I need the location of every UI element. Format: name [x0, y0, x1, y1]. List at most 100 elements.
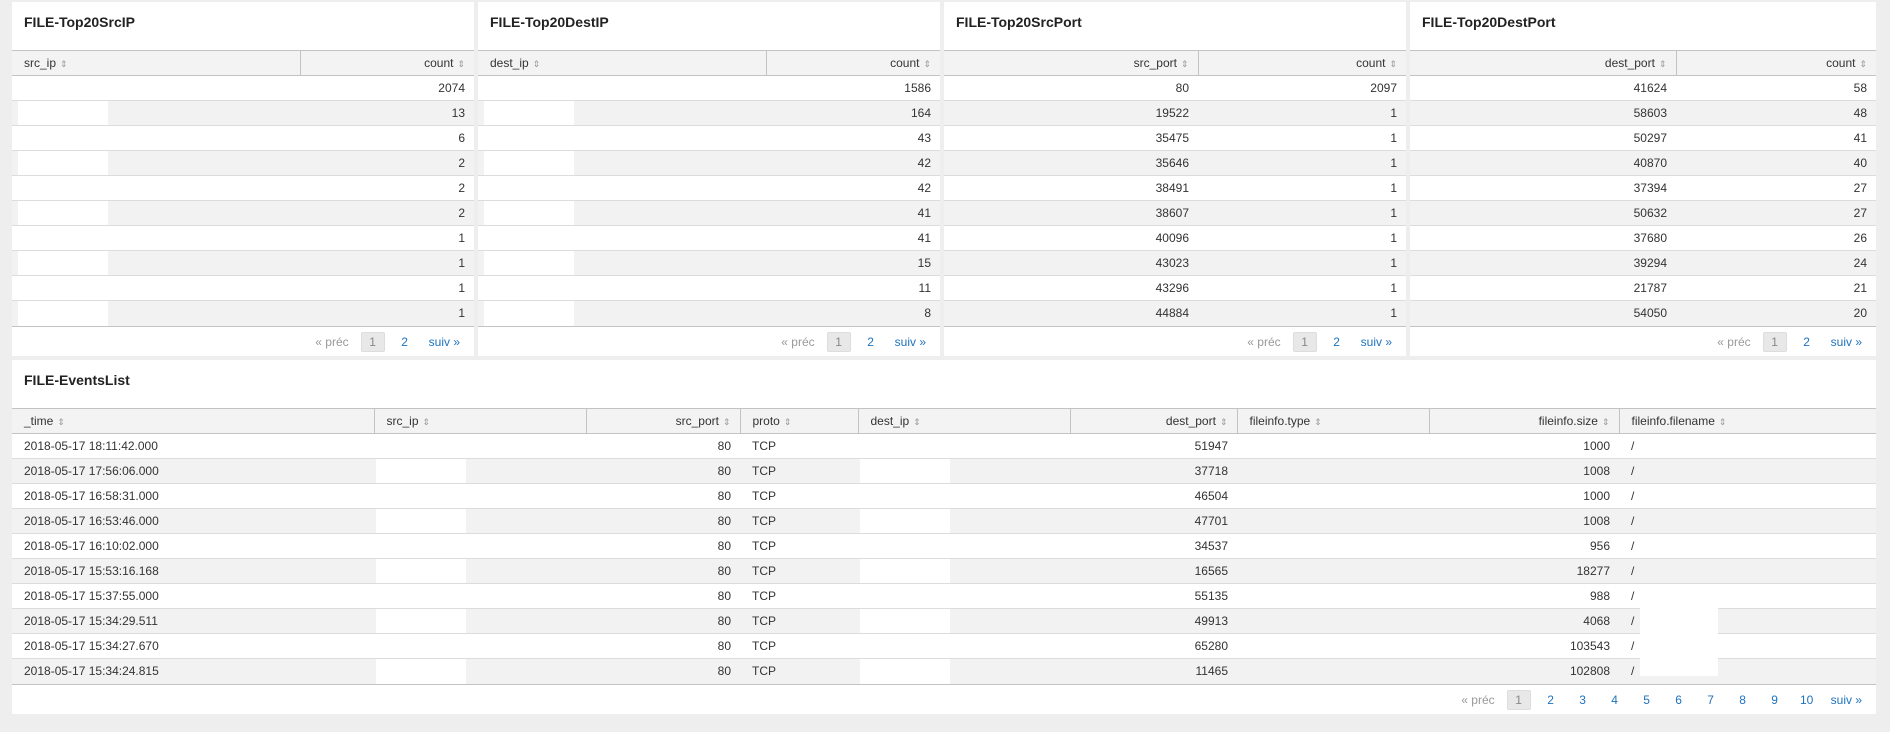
page-link-1[interactable]: 1 [360, 332, 385, 352]
column-header-dest-ip[interactable]: dest_ip ⇕ [478, 50, 766, 76]
table-row[interactable]: 2018-05-17 18:11:42.000 80 TCP 51947 1000/ [12, 433, 1876, 459]
table-row[interactable]: 2018-05-17 16:58:31.000 80 TCP 46504 1000/ [12, 483, 1876, 509]
table-row[interactable]: 2018-05-17 15:53:16.168 80 TCP 16565 18277/ [12, 558, 1876, 584]
column-header-count[interactable]: count ⇕ [1675, 50, 1876, 76]
table-row[interactable]: 43023 1 [944, 250, 1406, 276]
table-row[interactable]: 42 [478, 150, 940, 176]
page-link-10[interactable]: 10 [1795, 691, 1819, 709]
sort-icon[interactable]: ⇕ [723, 417, 731, 427]
page-link-2[interactable]: 2 [859, 333, 883, 351]
column-header-count[interactable]: count ⇕ [1197, 50, 1406, 76]
column-header-dest-ip[interactable]: dest_ip ⇕ [857, 408, 1070, 434]
column-header-fileinfo-filename[interactable]: fileinfo.filename ⇕ [1618, 408, 1876, 434]
sort-icon[interactable]: ⇕ [1220, 417, 1228, 427]
table-row[interactable]: 40870 40 [1410, 150, 1876, 176]
page-link-1[interactable]: 1 [826, 332, 851, 352]
table-row[interactable]: 54050 20 [1410, 300, 1876, 326]
table-row[interactable]: 2018-05-17 17:56:06.000 80 TCP 37718 1008/ [12, 458, 1876, 484]
table-row[interactable]: 37394 27 [1410, 175, 1876, 201]
table-row[interactable]: 6 [12, 125, 474, 151]
table-row[interactable]: 2018-05-17 15:37:55.000 80 TCP 55135 988/ [12, 583, 1876, 609]
table-row[interactable]: 2 [12, 150, 474, 176]
table-row[interactable]: 50297 41 [1410, 125, 1876, 151]
table-row[interactable]: 37680 26 [1410, 225, 1876, 251]
page-link-4[interactable]: 4 [1603, 691, 1627, 709]
column-header-dest-port[interactable]: dest_port ⇕ [1069, 408, 1237, 434]
next-page-link[interactable]: suiv » [1831, 335, 1862, 349]
sort-icon[interactable]: ⇕ [1659, 59, 1667, 69]
table-row[interactable]: 11 [478, 275, 940, 301]
table-row[interactable]: 40096 1 [944, 225, 1406, 251]
table-row[interactable]: 35646 1 [944, 150, 1406, 176]
column-header-src-port[interactable]: src_port ⇕ [585, 408, 740, 434]
table-row[interactable]: 2018-05-17 16:53:46.000 80 TCP 47701 1008/ [12, 508, 1876, 534]
column-header-src-ip[interactable]: src_ip ⇕ [12, 50, 300, 76]
column-header-src-ip[interactable]: src_ip ⇕ [373, 408, 586, 434]
table-row[interactable]: 43296 1 [944, 275, 1406, 301]
table-row[interactable]: 1 [12, 300, 474, 326]
page-link-1[interactable]: 1 [1762, 332, 1787, 352]
next-page-link[interactable]: suiv » [429, 335, 460, 349]
sort-icon[interactable]: ⇕ [1719, 417, 1727, 427]
table-row[interactable]: 2018-05-17 16:10:02.000 80 TCP 34537 956/ [12, 533, 1876, 559]
table-row[interactable]: 50632 27 [1410, 200, 1876, 226]
table-row[interactable]: 2 [12, 175, 474, 201]
table-row[interactable]: 38607 1 [944, 200, 1406, 226]
column-header-fileinfo-size[interactable]: fileinfo.size ⇕ [1428, 408, 1619, 434]
sort-icon[interactable]: ⇕ [923, 59, 931, 69]
sort-icon[interactable]: ⇕ [1602, 417, 1610, 427]
sort-icon[interactable]: ⇕ [913, 417, 921, 427]
sort-icon[interactable]: ⇕ [1181, 59, 1189, 69]
column-header-time[interactable]: _time ⇕ [12, 408, 374, 434]
table-row[interactable]: 19522 1 [944, 100, 1406, 126]
sort-icon[interactable]: ⇕ [457, 59, 465, 69]
column-header-count[interactable]: count ⇕ [765, 50, 940, 76]
page-link-8[interactable]: 8 [1731, 691, 1755, 709]
page-link-2[interactable]: 2 [393, 333, 417, 351]
sort-icon[interactable]: ⇕ [784, 417, 792, 427]
table-row[interactable]: 1 [12, 275, 474, 301]
column-header-fileinfo-type[interactable]: fileinfo.type ⇕ [1236, 408, 1429, 434]
table-row[interactable]: 41624 58 [1410, 75, 1876, 101]
table-row[interactable]: 2 [12, 200, 474, 226]
table-row[interactable]: 21787 21 [1410, 275, 1876, 301]
page-link-6[interactable]: 6 [1667, 691, 1691, 709]
page-link-9[interactable]: 9 [1763, 691, 1787, 709]
sort-icon[interactable]: ⇕ [533, 59, 541, 69]
table-row[interactable]: 13 [12, 100, 474, 126]
table-row[interactable]: 44884 1 [944, 300, 1406, 326]
page-link-5[interactable]: 5 [1635, 691, 1659, 709]
table-row[interactable]: 38491 1 [944, 175, 1406, 201]
sort-icon[interactable]: ⇕ [1314, 417, 1322, 427]
next-page-link[interactable]: suiv » [1831, 693, 1862, 707]
column-header-src-port[interactable]: src_port ⇕ [944, 50, 1198, 76]
table-row[interactable]: 39294 24 [1410, 250, 1876, 276]
table-row[interactable]: 164 [478, 100, 940, 126]
sort-icon[interactable]: ⇕ [57, 417, 65, 427]
sort-icon[interactable]: ⇕ [1859, 59, 1867, 69]
table-row[interactable]: 80 2097 [944, 75, 1406, 101]
table-row[interactable]: 41 [478, 225, 940, 251]
table-row[interactable]: 2018-05-17 15:34:24.815 80 TCP 11465 102808/ [12, 658, 1876, 684]
page-link-1[interactable]: 1 [1292, 332, 1317, 352]
sort-icon[interactable]: ⇕ [423, 417, 431, 427]
page-link-1[interactable]: 1 [1506, 690, 1531, 710]
table-row[interactable]: 1586 [478, 75, 940, 101]
table-row[interactable]: 2018-05-17 15:34:29.511 80 TCP 49913 4068/ [12, 608, 1876, 634]
page-link-3[interactable]: 3 [1571, 691, 1595, 709]
sort-icon[interactable]: ⇕ [60, 59, 68, 69]
table-row[interactable]: 2018-05-17 15:34:27.670 80 TCP 65280 103543/ [12, 633, 1876, 659]
table-row[interactable]: 41 [478, 200, 940, 226]
column-header-proto[interactable]: proto ⇕ [739, 408, 858, 434]
column-header-dest-port[interactable]: dest_port ⇕ [1410, 50, 1676, 76]
table-row[interactable]: 1 [12, 250, 474, 276]
column-header-count[interactable]: count ⇕ [299, 50, 474, 76]
table-row[interactable]: 15 [478, 250, 940, 276]
table-row[interactable]: 1 [12, 225, 474, 251]
sort-icon[interactable]: ⇕ [1389, 59, 1397, 69]
table-row[interactable]: 42 [478, 175, 940, 201]
page-link-2[interactable]: 2 [1539, 691, 1563, 709]
page-link-7[interactable]: 7 [1699, 691, 1723, 709]
page-link-2[interactable]: 2 [1325, 333, 1349, 351]
table-row[interactable]: 35475 1 [944, 125, 1406, 151]
